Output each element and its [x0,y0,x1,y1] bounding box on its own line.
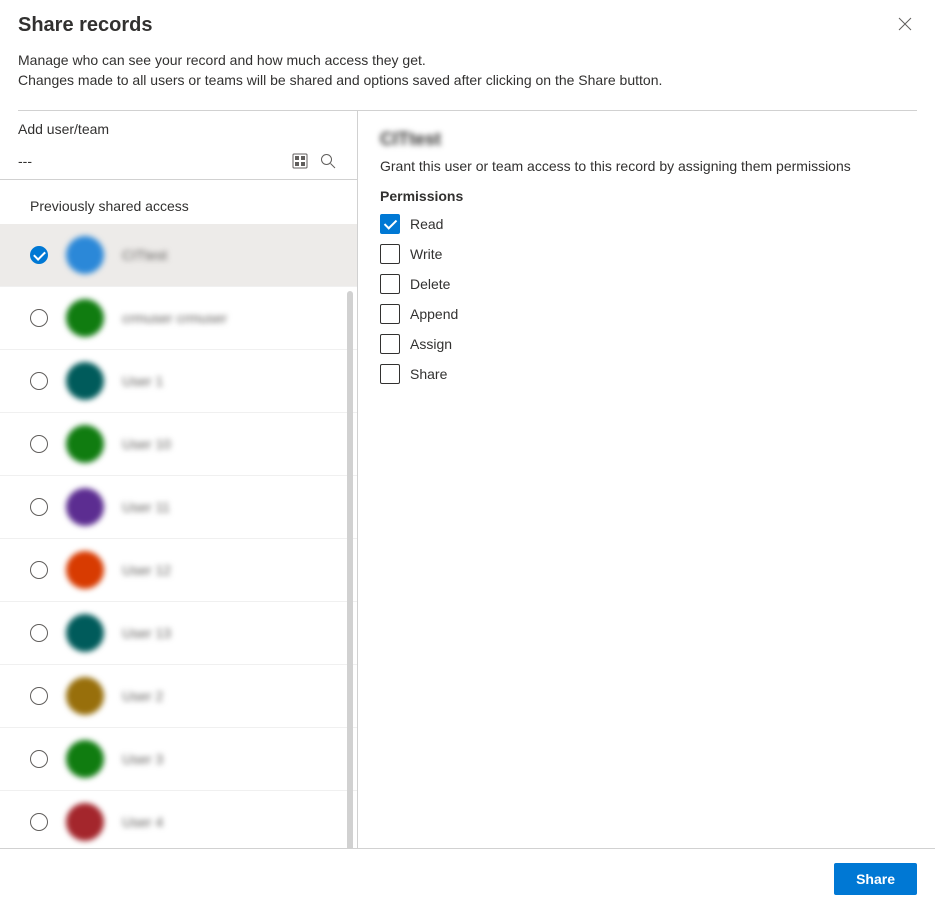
user-item-label: User 3 [122,751,163,767]
permission-checkbox[interactable] [380,244,400,264]
user-list-item[interactable]: User 3 [0,728,357,791]
user-radio[interactable] [30,309,48,327]
share-button[interactable]: Share [834,863,917,895]
user-radio[interactable] [30,561,48,579]
user-radio[interactable] [30,246,48,264]
grant-description: Grant this user or team access to this r… [380,158,913,174]
scrollbar[interactable] [347,291,353,851]
permission-row[interactable]: Assign [380,334,913,354]
permission-label: Write [410,246,442,262]
user-item-label: User 12 [122,562,171,578]
lookup-icon [292,153,308,169]
avatar [66,236,104,274]
user-list-item[interactable]: User 1 [0,350,357,413]
user-list-item[interactable]: crmuser crmuser [0,287,357,350]
avatar [66,803,104,841]
search-button[interactable] [317,150,339,172]
avatar [66,425,104,463]
avatar [66,677,104,715]
permission-checkbox[interactable] [380,304,400,324]
user-item-label: CITtest [122,247,167,263]
user-radio[interactable] [30,435,48,453]
user-item-label: User 2 [122,688,163,704]
user-item-label: User 4 [122,814,163,830]
desc-line-1: Manage who can see your record and how m… [18,51,917,71]
user-radio[interactable] [30,498,48,516]
previously-shared-header: Previously shared access [0,180,357,224]
user-radio[interactable] [30,687,48,705]
user-list-item[interactable]: CITtest [0,224,357,287]
dialog-footer: Share [0,848,935,909]
add-user-label: Add user/team [0,111,357,143]
user-list-item[interactable]: User 2 [0,665,357,728]
permission-row[interactable]: Share [380,364,913,384]
right-panel: CITtest Grant this user or team access t… [358,111,935,851]
dialog-header: Share records Manage who can see your re… [0,0,935,100]
left-panel: Add user/team Previously shared acces [0,111,358,851]
avatar [66,551,104,589]
avatar [66,488,104,526]
user-radio[interactable] [30,624,48,642]
user-radio[interactable] [30,750,48,768]
dialog-description: Manage who can see your record and how m… [18,51,917,90]
avatar [66,740,104,778]
permissions-header: Permissions [380,188,913,204]
permission-row[interactable]: Read [380,214,913,234]
search-icon [320,153,336,169]
permission-label: Assign [410,336,452,352]
user-item-label: User 10 [122,436,171,452]
user-radio[interactable] [30,372,48,390]
permission-row[interactable]: Delete [380,274,913,294]
user-list-item[interactable]: User 11 [0,476,357,539]
close-icon [898,17,912,31]
permission-label: Read [410,216,443,232]
permission-row[interactable]: Write [380,244,913,264]
close-button[interactable] [895,14,915,34]
permissions-list: Read Write Delete Append Assign Share [380,214,913,384]
user-radio[interactable] [30,813,48,831]
user-item-label: User 11 [122,499,170,515]
avatar [66,362,104,400]
search-row [0,143,357,180]
user-item-label: User 1 [122,373,163,389]
lookup-button[interactable] [289,150,311,172]
permission-label: Share [410,366,447,382]
permission-row[interactable]: Append [380,304,913,324]
permission-checkbox[interactable] [380,364,400,384]
user-list-item[interactable]: User 13 [0,602,357,665]
permission-checkbox[interactable] [380,214,400,234]
avatar [66,614,104,652]
avatar [66,299,104,337]
user-item-label: User 13 [122,625,171,641]
user-item-label: crmuser crmuser [122,310,227,326]
permission-label: Append [410,306,458,322]
user-list-item[interactable]: User 10 [0,413,357,476]
search-input[interactable] [18,149,283,173]
dialog-title: Share records [18,14,917,37]
user-list-item[interactable]: User 12 [0,539,357,602]
permission-checkbox[interactable] [380,274,400,294]
dialog-body: Add user/team Previously shared acces [0,111,935,851]
desc-line-2: Changes made to all users or teams will … [18,71,917,91]
user-list: CITtest crmuser crmuser User 1 User 10 User … [0,224,357,851]
permission-label: Delete [410,276,450,292]
user-list-item[interactable]: User 4 [0,791,357,851]
permission-checkbox[interactable] [380,334,400,354]
selected-user-name: CITtest [380,129,913,150]
